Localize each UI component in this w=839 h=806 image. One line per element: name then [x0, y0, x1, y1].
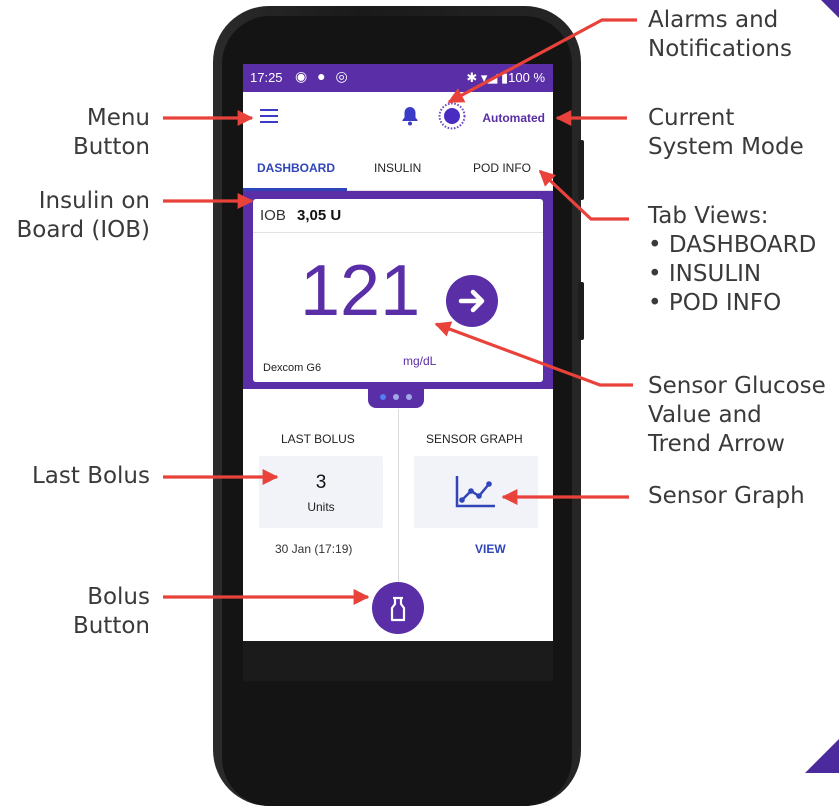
label-system-mode: Current System Mode: [648, 105, 804, 160]
label-iob: Insulin on Board (IOB): [16, 188, 150, 243]
label-menu-button: Menu Button: [72, 105, 150, 160]
label-bolus-button: Bolus Button: [72, 584, 150, 639]
arrow-sensor-value: [434, 321, 633, 387]
label-sensor-value: Sensor Glucose Value and Trend Arrow: [648, 373, 826, 457]
label-sensor-graph: Sensor Graph: [648, 483, 805, 509]
label-alarms: Alarms and Notifications: [648, 7, 792, 62]
arrow-alarms: [447, 18, 637, 104]
label-last-bolus: Last Bolus: [31, 463, 150, 489]
label-tab-views: Tab Views: DASHBOARD INSULIN POD INFO: [648, 202, 816, 318]
arrow-tabs: [538, 169, 629, 221]
